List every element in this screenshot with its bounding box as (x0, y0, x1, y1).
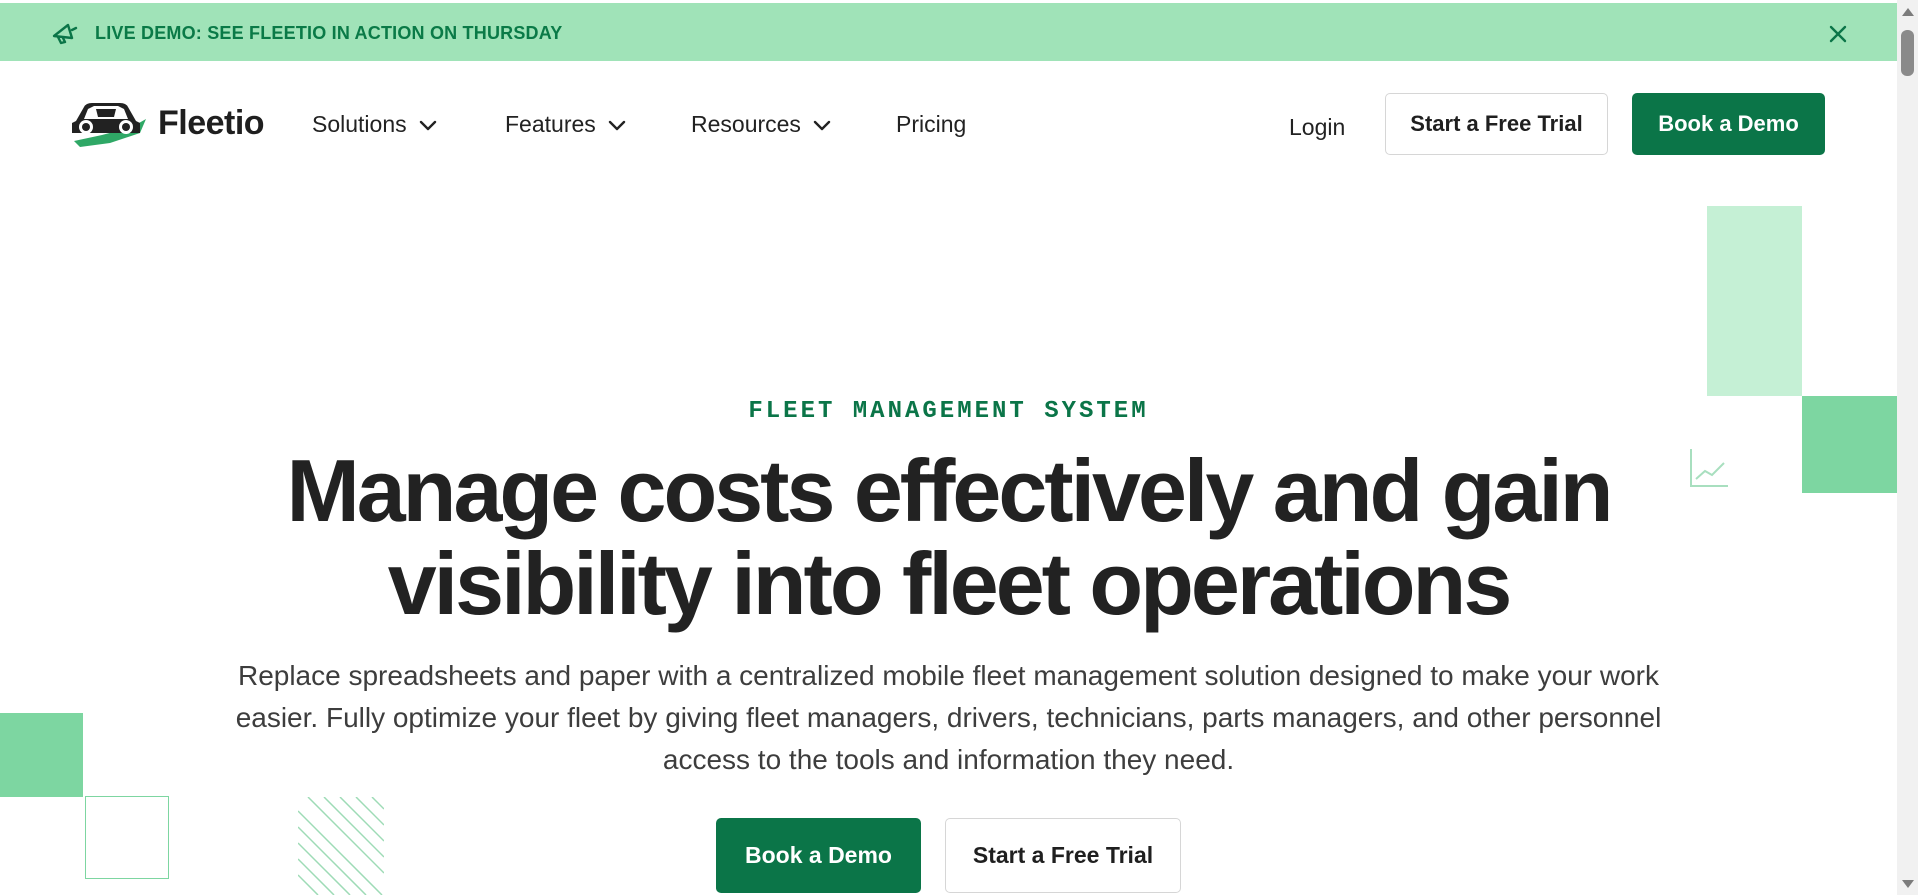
decorative-block (1707, 206, 1802, 396)
nav-label: Resources (691, 111, 801, 137)
logo-text: Fleetio (158, 103, 265, 142)
page: LIVE DEMO: SEE FLEETIO IN ACTION ON THUR… (0, 0, 1918, 895)
hero-start-free-trial-button[interactable]: Start a Free Trial (945, 818, 1181, 893)
announcement-banner[interactable]: LIVE DEMO: SEE FLEETIO IN ACTION ON THUR… (0, 3, 1897, 61)
nav-solutions[interactable]: Solutions (312, 111, 437, 138)
car-logo-icon (72, 103, 146, 147)
nav-label: Pricing (896, 111, 967, 137)
book-demo-button[interactable]: Book a Demo (1632, 93, 1825, 155)
start-free-trial-button[interactable]: Start a Free Trial (1385, 93, 1608, 155)
hero-subtext: Replace spreadsheets and paper with a ce… (235, 660, 1662, 775)
banner-text[interactable]: LIVE DEMO: SEE FLEETIO IN ACTION ON THUR… (95, 23, 563, 44)
nav-resources[interactable]: Resources (691, 111, 831, 138)
vertical-scrollbar[interactable] (1897, 0, 1918, 895)
chevron-down-icon (419, 120, 436, 130)
close-icon[interactable] (1826, 22, 1850, 46)
hero-headline: Manage costs effectively and gain visibi… (150, 444, 1747, 630)
decorative-block (0, 713, 83, 797)
megaphone-icon (52, 23, 78, 45)
hero-book-demo-button[interactable]: Book a Demo (716, 818, 921, 893)
nav-pricing[interactable]: Pricing (896, 111, 966, 138)
fleetio-logo[interactable]: Fleetio (70, 97, 265, 149)
decorative-hatch (298, 797, 384, 895)
nav-features[interactable]: Features (505, 111, 626, 138)
nav-label: Solutions (312, 111, 407, 137)
scroll-down-arrow-icon[interactable] (1902, 880, 1914, 888)
chevron-down-icon (608, 120, 625, 130)
hero-eyebrow: FLEET MANAGEMENT SYSTEM (748, 398, 1149, 425)
site-header: Fleetio Solutions Features Resources Pri… (0, 61, 1897, 191)
decorative-outline-block (85, 796, 169, 879)
headline-line-2: visibility into fleet operations (387, 534, 1513, 633)
chevron-down-icon (813, 120, 831, 130)
nav-label: Features (505, 111, 596, 137)
scroll-thumb[interactable] (1901, 30, 1914, 76)
scroll-up-arrow-icon[interactable] (1902, 8, 1914, 16)
login-link[interactable]: Login (1289, 114, 1345, 141)
headline-line-1: Manage costs effectively and gain (286, 441, 1613, 540)
